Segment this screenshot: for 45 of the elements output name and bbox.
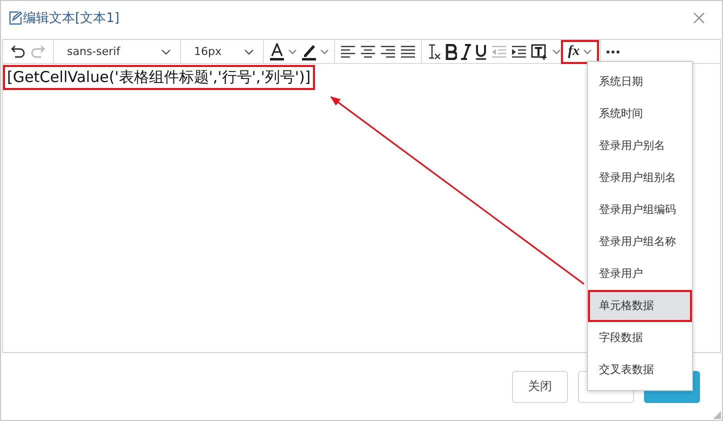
underline-icon xyxy=(475,44,487,60)
caret-icon xyxy=(288,48,297,54)
close-button[interactable]: 关闭 xyxy=(512,370,568,402)
chevron-icon xyxy=(244,48,254,54)
chevron-icon xyxy=(161,48,171,54)
size-select[interactable]: 16px xyxy=(184,42,260,62)
select-value: sans-serif xyxy=(67,45,120,58)
select-value: 16px xyxy=(194,45,222,58)
align-justify-icon xyxy=(400,44,416,58)
menu-item[interactable]: 交叉表数据 xyxy=(588,354,692,386)
menu-item[interactable]: 登录用户组编码 xyxy=(588,194,692,226)
caret-icon xyxy=(552,48,561,54)
font-color-icon xyxy=(269,42,285,60)
font-select[interactable]: sans-serif xyxy=(57,42,177,62)
caret-icon xyxy=(320,48,329,54)
menu-item[interactable]: 系统日期 xyxy=(588,66,692,98)
edit-icon xyxy=(8,11,22,25)
text-box-button[interactable] xyxy=(529,42,563,62)
more-icon xyxy=(606,50,620,54)
indent-icon xyxy=(511,44,527,58)
menu-item[interactable]: 登录用户别名 xyxy=(588,130,692,162)
font-color-button[interactable] xyxy=(267,42,299,62)
function-button[interactable]: fx xyxy=(563,42,597,62)
text-box-icon xyxy=(531,44,549,60)
resize-grip-icon[interactable] xyxy=(713,411,721,419)
outdent-icon xyxy=(491,44,507,58)
menu-item[interactable]: 登录用户 xyxy=(588,258,692,290)
italic-icon xyxy=(461,44,471,60)
menu-item[interactable]: 登录用户组名称 xyxy=(588,226,692,258)
caret-icon xyxy=(582,48,592,54)
clear-format-icon xyxy=(427,44,441,60)
bold-icon xyxy=(445,44,457,60)
menu-item[interactable]: 系统时间 xyxy=(588,98,692,130)
window-title: 编辑文本[文本1] xyxy=(23,10,120,27)
bold-button[interactable] xyxy=(443,42,459,62)
align-left-icon xyxy=(340,44,356,58)
pen-icon xyxy=(301,42,317,60)
italic-button[interactable] xyxy=(459,42,473,62)
align-right-icon xyxy=(380,44,396,58)
menu-item[interactable]: 单元格数据 xyxy=(588,290,692,322)
close-icon[interactable] xyxy=(693,12,705,24)
formula-text: [GetCellValue('表格组件标题','行号','列号')] xyxy=(4,66,314,89)
menu-item[interactable]: 字段数据 xyxy=(588,322,692,354)
menu-item[interactable]: 登录用户组别名 xyxy=(588,162,692,194)
align-center-icon xyxy=(360,44,376,58)
